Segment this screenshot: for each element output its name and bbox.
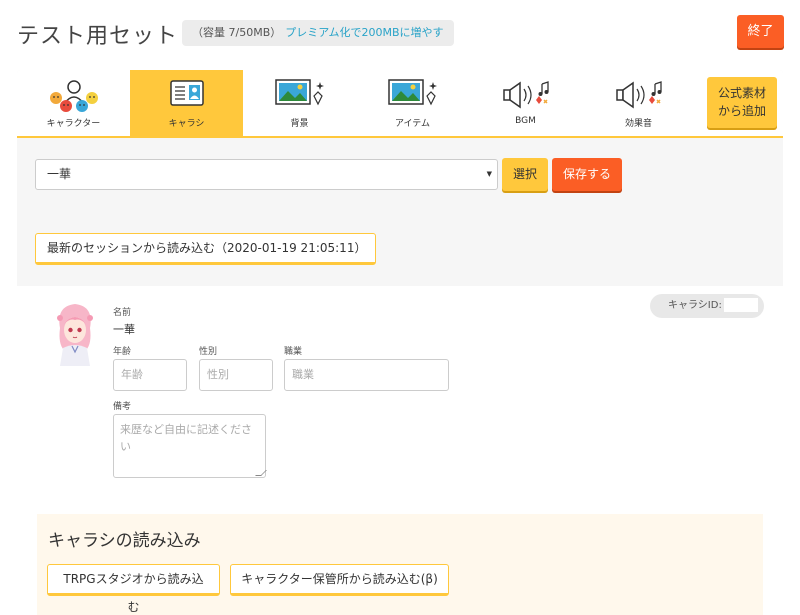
- tab-label: 効果音: [624, 119, 652, 129]
- gender-label: 性別: [199, 347, 218, 357]
- tab-label: BGM: [515, 116, 536, 126]
- load-latest-session-button[interactable]: 最新のセッションから読み込む（2020-01-19 21:05:11）: [35, 233, 376, 265]
- save-button[interactable]: 保存する: [552, 158, 622, 191]
- character-sheet-id-badge: キャラシID:: [650, 294, 764, 318]
- avatar[interactable]: [50, 296, 100, 368]
- age-input[interactable]: 年齢: [113, 359, 187, 391]
- bgm-speaker-icon: [498, 78, 554, 114]
- import-section: キャラシの読み込み TRPGスタジオから読み込む キャラクター保管所から読み込む…: [37, 514, 763, 615]
- tab-label: 背景: [290, 119, 309, 129]
- gender-input[interactable]: 性別: [199, 359, 273, 391]
- import-trpg-studio-button[interactable]: TRPGスタジオから読み込む: [47, 564, 220, 614]
- caret-down-icon: ▼: [486, 170, 492, 178]
- add-official-assets-button[interactable]: 公式素材 から追加: [707, 77, 777, 128]
- id-value: [723, 298, 758, 312]
- character-sheet-icon: [167, 78, 207, 114]
- character-sheet-select[interactable]: 一華 ▼: [35, 159, 498, 190]
- premium-link[interactable]: プレミアム化で200MBに増やす: [285, 26, 443, 39]
- notes-placeholder: 来歴など自由に記述ください: [120, 423, 252, 453]
- tab-bar: キャラクター キャラシ 背景 アイテム BGM 効果音 公式素材 から追加: [17, 70, 783, 138]
- job-label: 職業: [284, 347, 303, 357]
- editor-panel: キャラクター キャラシ 背景 アイテム BGM 効果音 公式素材 から追加 一華…: [17, 70, 783, 615]
- tab-label: キャラシ: [168, 119, 205, 129]
- resize-handle-icon[interactable]: [255, 470, 267, 476]
- notes-textarea[interactable]: 来歴など自由に記述ください: [113, 414, 267, 478]
- end-button[interactable]: 終了: [737, 15, 784, 48]
- job-input[interactable]: 職業: [284, 359, 449, 391]
- character-sheet-form: キャラシID: 名前 一華 年齢 年齢 性別 性別 職業 職業 備考 来歴など自…: [17, 286, 783, 615]
- select-button[interactable]: 選択: [502, 158, 548, 191]
- tab-label: キャラクター: [46, 119, 101, 129]
- storage-usage: （容量 7/50MB）: [192, 26, 282, 39]
- background-image-icon: [272, 78, 328, 114]
- id-label: キャラシID:: [668, 300, 722, 311]
- official-button-line1: 公式素材: [717, 86, 766, 100]
- select-value: 一華: [47, 167, 72, 181]
- name-label: 名前: [113, 308, 132, 318]
- import-character-storage-button[interactable]: キャラクター保管所から読み込む(β): [230, 564, 449, 596]
- tab-label: アイテム: [394, 119, 431, 129]
- name-value: 一華: [113, 323, 135, 336]
- storage-info: （容量 7/50MB） プレミアム化で200MBに増やす: [182, 20, 454, 46]
- tab-background[interactable]: 背景: [243, 70, 356, 136]
- sound-effect-speaker-icon: [611, 78, 667, 114]
- characters-icon: [42, 78, 106, 118]
- page-title: テスト用セット: [17, 24, 179, 49]
- age-label: 年齢: [113, 347, 132, 357]
- tab-bgm[interactable]: BGM: [469, 70, 582, 136]
- official-button-line2: から追加: [717, 104, 766, 118]
- tab-item[interactable]: アイテム: [356, 70, 469, 136]
- notes-label: 備考: [113, 402, 132, 412]
- tab-sound-effect[interactable]: 効果音: [582, 70, 695, 136]
- import-section-title: キャラシの読み込み: [48, 531, 201, 551]
- item-image-icon: [385, 78, 441, 114]
- tab-character-sheet[interactable]: キャラシ: [130, 70, 243, 136]
- tab-characters[interactable]: キャラクター: [17, 70, 130, 136]
